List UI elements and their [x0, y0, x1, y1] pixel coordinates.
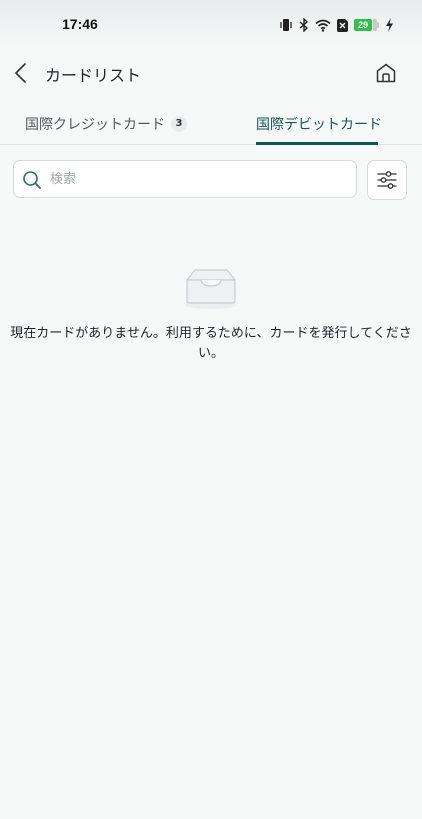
search-input[interactable]: [50, 170, 340, 188]
search-box[interactable]: [13, 160, 357, 198]
card-tabs: 国際クレジットカード 3 国際デビットカード: [0, 106, 422, 145]
tab-international-credit-card[interactable]: 国際クレジットカード 3: [25, 114, 187, 134]
header: カードリスト: [0, 50, 422, 96]
filter-button[interactable]: [367, 160, 407, 200]
chevron-left-icon: [15, 63, 26, 83]
battery-level: 29: [354, 19, 377, 31]
home-icon: [376, 63, 396, 83]
battery-icon: 29: [354, 19, 379, 31]
wifi-icon: [315, 19, 331, 32]
tab-label: 国際クレジットカード: [25, 117, 165, 133]
search-icon: [22, 170, 42, 194]
bluetooth-icon: [299, 18, 309, 32]
status-icons: 29: [279, 17, 394, 33]
active-tab-indicator: [256, 142, 378, 145]
empty-state-message: 現在カードがありません。利用するために、カードを発行してください。: [10, 326, 412, 361]
tab-count-badge: 3: [171, 116, 187, 132]
page-title: カードリスト: [45, 66, 142, 85]
charging-icon: [385, 18, 394, 32]
status-bar: 17:46 29: [0, 0, 422, 50]
filter-sliders-icon: [377, 171, 397, 189]
back-button[interactable]: [10, 60, 34, 86]
sim-disabled-icon: [337, 18, 348, 32]
tab-international-debit-card[interactable]: 国際デビットカード: [256, 114, 382, 134]
status-time: 17:46: [62, 16, 98, 32]
empty-inbox-icon: [183, 264, 239, 310]
tab-label: 国際デビットカード: [256, 117, 382, 133]
home-button[interactable]: [374, 61, 398, 85]
vibrate-icon: [279, 18, 293, 32]
